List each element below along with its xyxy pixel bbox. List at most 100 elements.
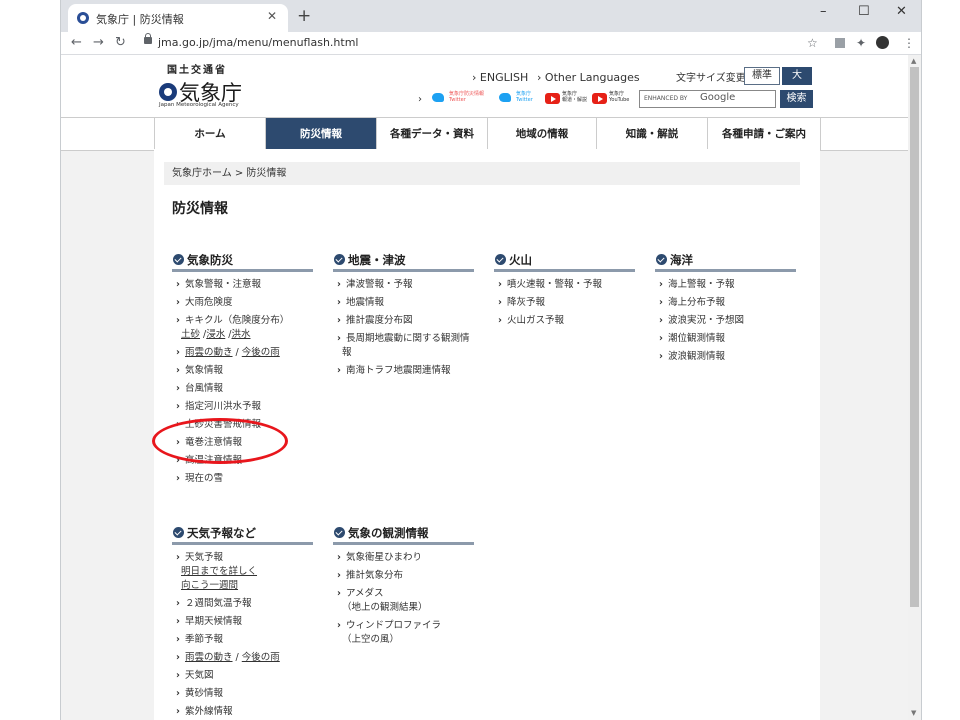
font-size-large-button[interactable]: 大 <box>782 67 812 85</box>
list-item[interactable]: › 指定河川洪水予報 <box>176 400 261 413</box>
section-heading-kansoku: 気象の観測情報 <box>333 523 474 545</box>
list-item[interactable]: › 長周期地震動に関する観測情 <box>337 332 470 345</box>
red-circle-annotation <box>152 418 288 464</box>
other-languages-link[interactable]: › Other Languages <box>537 71 640 84</box>
youtube-icon <box>592 93 607 104</box>
list-item[interactable]: › 早期天候情報 <box>176 615 242 628</box>
forecast-detail-link[interactable]: 明日までを詳しく <box>181 565 257 578</box>
jma-favicon-icon <box>77 12 89 24</box>
section-heading-kaiyo: 海洋 <box>655 250 796 272</box>
window-close-icon[interactable]: ✕ <box>896 4 907 19</box>
list-item[interactable]: › 潮位観測情報 <box>659 332 725 345</box>
address-bar[interactable]: jma.go.jp/jma/menu/menuflash.html <box>136 33 806 52</box>
breadcrumb[interactable]: 気象庁ホーム > 防災情報 <box>164 162 800 185</box>
future-rain-link[interactable]: 今後の雨 <box>242 347 280 358</box>
chevron-right-icon: › <box>418 94 422 105</box>
list-item[interactable]: › 津波警報・予報 <box>337 278 413 291</box>
typhoon-info-link[interactable]: › 台風情報 <box>176 382 223 395</box>
nav-applications[interactable]: 各種申請・ご案内 <box>707 118 821 150</box>
future-rain-link[interactable]: 今後の雨 <box>242 652 280 663</box>
list-item[interactable]: › 紫外線情報 <box>176 705 233 718</box>
tab-close-icon[interactable]: ✕ <box>267 9 277 23</box>
list-item[interactable]: › 噴火速報・警報・予報 <box>498 278 602 291</box>
list-item[interactable]: › 推計震度分布図 <box>337 314 413 327</box>
extension-pdf-icon[interactable] <box>835 38 845 48</box>
section-heading-jishin: 地震・津波 <box>333 250 474 272</box>
section-heading-tenki: 天気予報など <box>172 523 313 545</box>
kikikuru-dosha-link[interactable]: 土砂 <box>181 329 200 340</box>
list-item[interactable]: › ウィンドプロファイラ <box>337 619 441 632</box>
list-item[interactable]: › ２週間気温予報 <box>176 597 252 610</box>
forward-arrow-icon[interactable]: → <box>93 35 104 50</box>
list-item[interactable]: › 降灰予報 <box>498 296 545 309</box>
wind-profiler-subtitle: （上空の風） <box>342 634 400 645</box>
bookmark-star-icon[interactable]: ☆ <box>807 36 818 50</box>
kikikuru-sublinks: 土砂 /浸水 /洪水 <box>181 329 251 340</box>
agency-english-name: Japan Meteorological Agency <box>159 102 239 108</box>
list-item[interactable]: › 海上警報・予報 <box>659 278 735 291</box>
list-item[interactable]: › 南海トラフ地震関連情報 <box>337 364 451 377</box>
vertical-scrollbar[interactable]: ▲ ▼ <box>908 55 921 720</box>
rain-clouds-link[interactable]: 雨雲の動き <box>185 347 233 358</box>
scroll-down-arrow-icon[interactable]: ▼ <box>911 709 916 717</box>
rain-clouds-link[interactable]: 雨雲の動き <box>185 652 233 663</box>
nav-data[interactable]: 各種データ・資料 <box>376 118 487 150</box>
kikikuru-shinsui-link[interactable]: 浸水 <box>206 329 225 340</box>
list-item[interactable]: › 大雨危険度 <box>176 296 233 309</box>
new-tab-button[interactable]: + <box>297 6 311 26</box>
check-circle-icon <box>656 254 667 265</box>
list-item[interactable]: › 天気予報 <box>176 551 223 564</box>
list-item[interactable]: › 海上分布予報 <box>659 296 725 309</box>
list-item[interactable]: › 波浪実況・予想図 <box>659 314 744 327</box>
tab-title: 気象庁 | 防災情報 <box>96 13 184 26</box>
check-circle-icon <box>495 254 506 265</box>
back-arrow-icon[interactable]: ← <box>71 35 82 50</box>
google-wordmark: Google <box>700 92 736 103</box>
section-heading-kazan: 火山 <box>494 250 635 272</box>
rain-links: › 雨雲の動き / 今後の雨 <box>176 652 280 663</box>
list-item[interactable]: › 天気図 <box>176 669 214 682</box>
reload-icon[interactable]: ↻ <box>115 35 126 50</box>
profile-avatar-icon[interactable] <box>876 36 889 49</box>
search-placeholder: ENHANCED BY <box>644 95 688 102</box>
nav-bousai[interactable]: 防災情報 <box>265 118 376 150</box>
site-search-input[interactable]: ENHANCED BY Google <box>639 90 776 108</box>
list-item[interactable]: › アメダス <box>337 587 384 600</box>
minimize-icon[interactable]: – <box>820 4 827 19</box>
list-item[interactable]: › 地震情報 <box>337 296 384 309</box>
youtube-icon <box>545 93 560 104</box>
amedas-subtitle: （地上の観測結果） <box>342 602 428 613</box>
english-link[interactable]: › ENGLISH <box>472 71 528 84</box>
puzzle-extensions-icon[interactable]: ✦ <box>856 36 866 50</box>
scrollbar-thumb[interactable] <box>910 67 919 607</box>
list-item[interactable]: › 推計気象分布 <box>337 569 403 582</box>
list-item[interactable]: › 波浪観測情報 <box>659 350 725 363</box>
global-navigation: ホーム 防災情報 各種データ・資料 地域の情報 知識・解説 各種申請・ご案内 <box>61 117 909 151</box>
search-button[interactable]: 検索 <box>780 90 813 108</box>
rain-links: › 雨雲の動き / 今後の雨 <box>176 347 280 358</box>
nav-home[interactable]: ホーム <box>154 118 265 150</box>
kikikuru-kozui-link[interactable]: 洪水 <box>232 329 251 340</box>
page-title: 防災情報 <box>172 201 228 217</box>
list-item[interactable]: › 黄砂情報 <box>176 687 223 700</box>
scroll-up-arrow-icon[interactable]: ▲ <box>911 57 916 65</box>
twitter-icon <box>432 93 444 102</box>
list-item[interactable]: › 気象衛星ひまわり <box>337 551 422 564</box>
maximize-icon[interactable]: ☐ <box>858 4 870 19</box>
list-item[interactable]: › 気象情報 <box>176 364 223 377</box>
forecast-week-link[interactable]: 向こう一週間 <box>181 579 238 592</box>
list-item[interactable]: › キキクル（危険度分布） <box>176 314 289 327</box>
list-item-wrap: 報 <box>342 347 352 358</box>
jma-logo-icon[interactable] <box>159 83 177 101</box>
list-item[interactable]: › 現在の雪 <box>176 472 223 485</box>
browser-menu-icon[interactable]: ⋮ <box>903 36 915 50</box>
list-item[interactable]: › 火山ガス予報 <box>498 314 564 327</box>
nav-knowledge[interactable]: 知識・解説 <box>596 118 707 150</box>
browser-tab[interactable]: 気象庁 | 防災情報 ✕ <box>68 4 288 32</box>
list-item[interactable]: › 気象警報・注意報 <box>176 278 261 291</box>
list-item[interactable]: › 季節予報 <box>176 633 223 646</box>
font-size-standard-button[interactable]: 標準 <box>744 67 780 85</box>
check-circle-icon <box>334 527 345 538</box>
nav-region[interactable]: 地域の情報 <box>487 118 596 150</box>
check-circle-icon <box>173 527 184 538</box>
